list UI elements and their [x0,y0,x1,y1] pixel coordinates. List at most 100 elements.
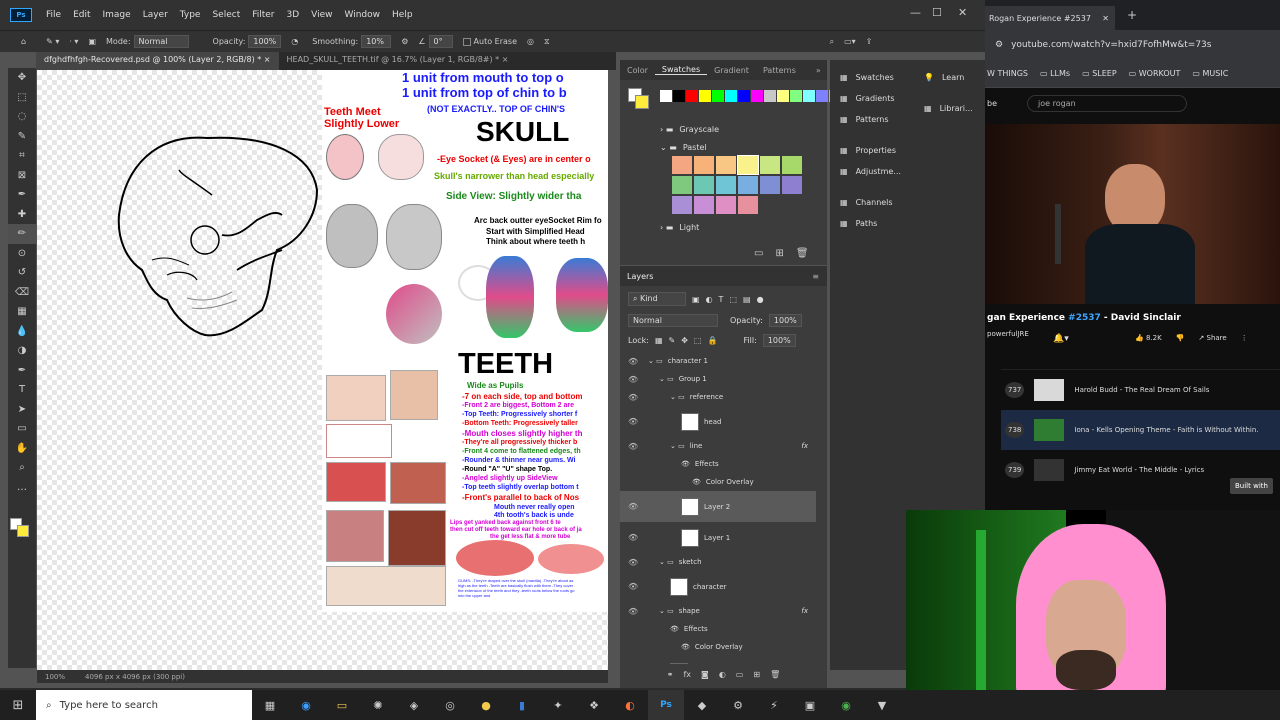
pastel-swatch-6[interactable] [672,176,692,194]
swatch-9[interactable] [777,90,789,102]
visibility-eye-icon[interactable]: 👁 [628,393,638,402]
folder-icon[interactable]: ⌄ ▭ [659,375,674,383]
group-grayscale[interactable]: › ▬ Grayscale [660,120,820,138]
windows-start-icon[interactable]: ⊞ [0,690,36,720]
tab-swatches[interactable]: Swatches [654,65,708,75]
app-icon-3[interactable]: ● [468,690,504,720]
pixel-filter-icon[interactable]: ▣ [692,295,700,304]
layer-row[interactable]: 👁 Effects [620,455,816,473]
dislike-icon[interactable]: 👎 [1176,334,1185,342]
pastel-swatch-9[interactable] [738,176,758,194]
gradient-icon[interactable]: ▦ [8,302,36,322]
bg-swatch[interactable] [635,95,649,109]
menu-file[interactable]: File [40,10,67,20]
bell-icon[interactable]: 🔔▾ [1053,334,1069,344]
auto-erase-checkbox[interactable] [462,37,471,46]
photoshop-taskbar-icon[interactable]: Ps [648,690,684,720]
pastel-swatch-2[interactable] [716,156,736,174]
lock-artboard-icon[interactable]: ⬚ [694,336,702,345]
app-icon-10[interactable]: ▣ [792,690,828,720]
delete-layer-icon[interactable]: 🗑 [770,670,780,679]
url-field[interactable]: youtube.com/watch?v=hxid7FofhMw&t=73s [1011,40,1211,50]
pastel-swatch-4[interactable] [760,156,780,174]
fx-icon[interactable]: fx [683,670,691,679]
swatch-4[interactable] [712,90,724,102]
new-layer-icon[interactable]: ⊞ [753,670,760,679]
pencil-preset-icon[interactable]: ✎ ▾ [41,37,64,46]
fx-badge[interactable]: fx [801,607,808,615]
path-select-icon[interactable]: ➤ [8,400,36,420]
app-icon-2[interactable]: ◈ [396,690,432,720]
folder-icon[interactable]: ⌄ ▭ [670,442,685,450]
swatch-7[interactable] [751,90,763,102]
search-icon[interactable]: ⌕ [825,37,839,47]
menu-3d[interactable]: 3D [281,10,306,20]
yt-search-input[interactable]: joe rogan [1027,94,1187,112]
menu-window[interactable]: Window [339,10,387,20]
home-icon[interactable]: ⌂ [16,37,31,46]
app-icon-5[interactable]: ✦ [540,690,576,720]
menu-layer[interactable]: Layer [137,10,174,20]
fill-field[interactable]: 100% [762,334,796,347]
pastel-swatch-12[interactable] [672,196,692,214]
layer-row[interactable]: 👁 ⌄ ▭ character 1 [620,352,816,370]
layer-row[interactable]: 👁 ⌄ ▭ sketch [620,553,816,571]
pastel-swatch-11[interactable] [782,176,802,194]
frame-icon[interactable]: ⊠ [8,166,36,186]
group-pastel[interactable]: ⌄ ▬ Pastel [660,138,820,156]
eraser-icon[interactable]: ⌫ [8,283,36,303]
layer-row[interactable]: 👁 ⌄ ▭ shape fx [620,602,816,620]
pen-icon[interactable]: ✒ [8,361,36,381]
eyedropper-icon[interactable]: ✒ [8,185,36,205]
libraries-item[interactable]: ▦ Librari... [914,98,973,119]
tab-color[interactable]: Color [620,66,655,75]
folder-icon[interactable]: ⌄ ▭ [659,607,674,615]
close-tab-icon[interactable]: ✕ [1102,14,1109,23]
move-icon[interactable]: ✥ [8,68,36,88]
layer-opacity-field[interactable]: 100% [768,314,802,327]
layer-row[interactable]: 👁 head [620,406,816,437]
pastel-swatch-10[interactable] [760,176,780,194]
pastel-swatch-5[interactable] [782,156,802,174]
chrome-icon[interactable]: ◉ [828,690,864,720]
swatch-1[interactable] [673,90,685,102]
obs-icon[interactable]: ◎ [432,690,468,720]
blend-mode-dropdown[interactable]: Normal [628,314,718,327]
smart-filter-icon[interactable]: ▤ [743,295,751,304]
file-explorer-icon[interactable]: ▭ [324,690,360,720]
adjustment-filter-icon[interactable]: ◐ [706,295,713,304]
opacity-field[interactable]: 100% [248,35,282,48]
app-icon-1[interactable]: ✺ [360,690,396,720]
effect-eye-icon[interactable]: 👁 [681,643,690,651]
pastel-swatch-8[interactable] [716,176,736,194]
visibility-eye-icon[interactable]: 👁 [628,533,638,542]
app-icon-7[interactable]: ◆ [684,690,720,720]
app-icon-4[interactable]: ▮ [504,690,540,720]
type-icon[interactable]: T [8,380,36,400]
maximize-icon[interactable]: ☐ [932,6,942,19]
smoothing-field[interactable]: 10% [361,35,392,48]
lock-all-icon[interactable]: 🔒 [707,336,717,345]
panel-item-adjustme[interactable]: ▦ Adjustme... [830,161,920,182]
taskbar-search[interactable]: ⌕ Type here to search [36,690,252,720]
effect-eye-icon[interactable]: 👁 [692,478,701,486]
stamp-icon[interactable]: ⊙ [8,244,36,264]
layer-row[interactable]: 👁 ⌄ ▭ line fx [620,437,816,455]
swatch-8[interactable] [764,90,776,102]
learn-item[interactable]: 💡 Learn [914,67,964,88]
visibility-eye-icon[interactable]: 👁 [628,582,638,591]
visibility-eye-icon[interactable]: 👁 [628,357,638,366]
swatch-5[interactable] [725,90,737,102]
bookmark-1[interactable]: ▭ LLMs [1040,69,1070,78]
brush-icon[interactable]: ✏ [8,224,36,244]
visibility-eye-icon[interactable]: 👁 [628,558,638,567]
bookmark-2[interactable]: ▭ SLEEP [1082,69,1117,78]
history-brush-icon[interactable]: ↺ [8,263,36,283]
edge-icon[interactable]: ◉ [288,690,324,720]
healing-icon[interactable]: ✚ [8,205,36,225]
swatch-10[interactable] [790,90,802,102]
more-icon[interactable]: ⋮ [1241,334,1248,342]
menu-type[interactable]: Type [174,10,207,20]
background-color[interactable] [17,525,29,537]
lock-paint-icon[interactable]: ✎ [669,336,676,345]
